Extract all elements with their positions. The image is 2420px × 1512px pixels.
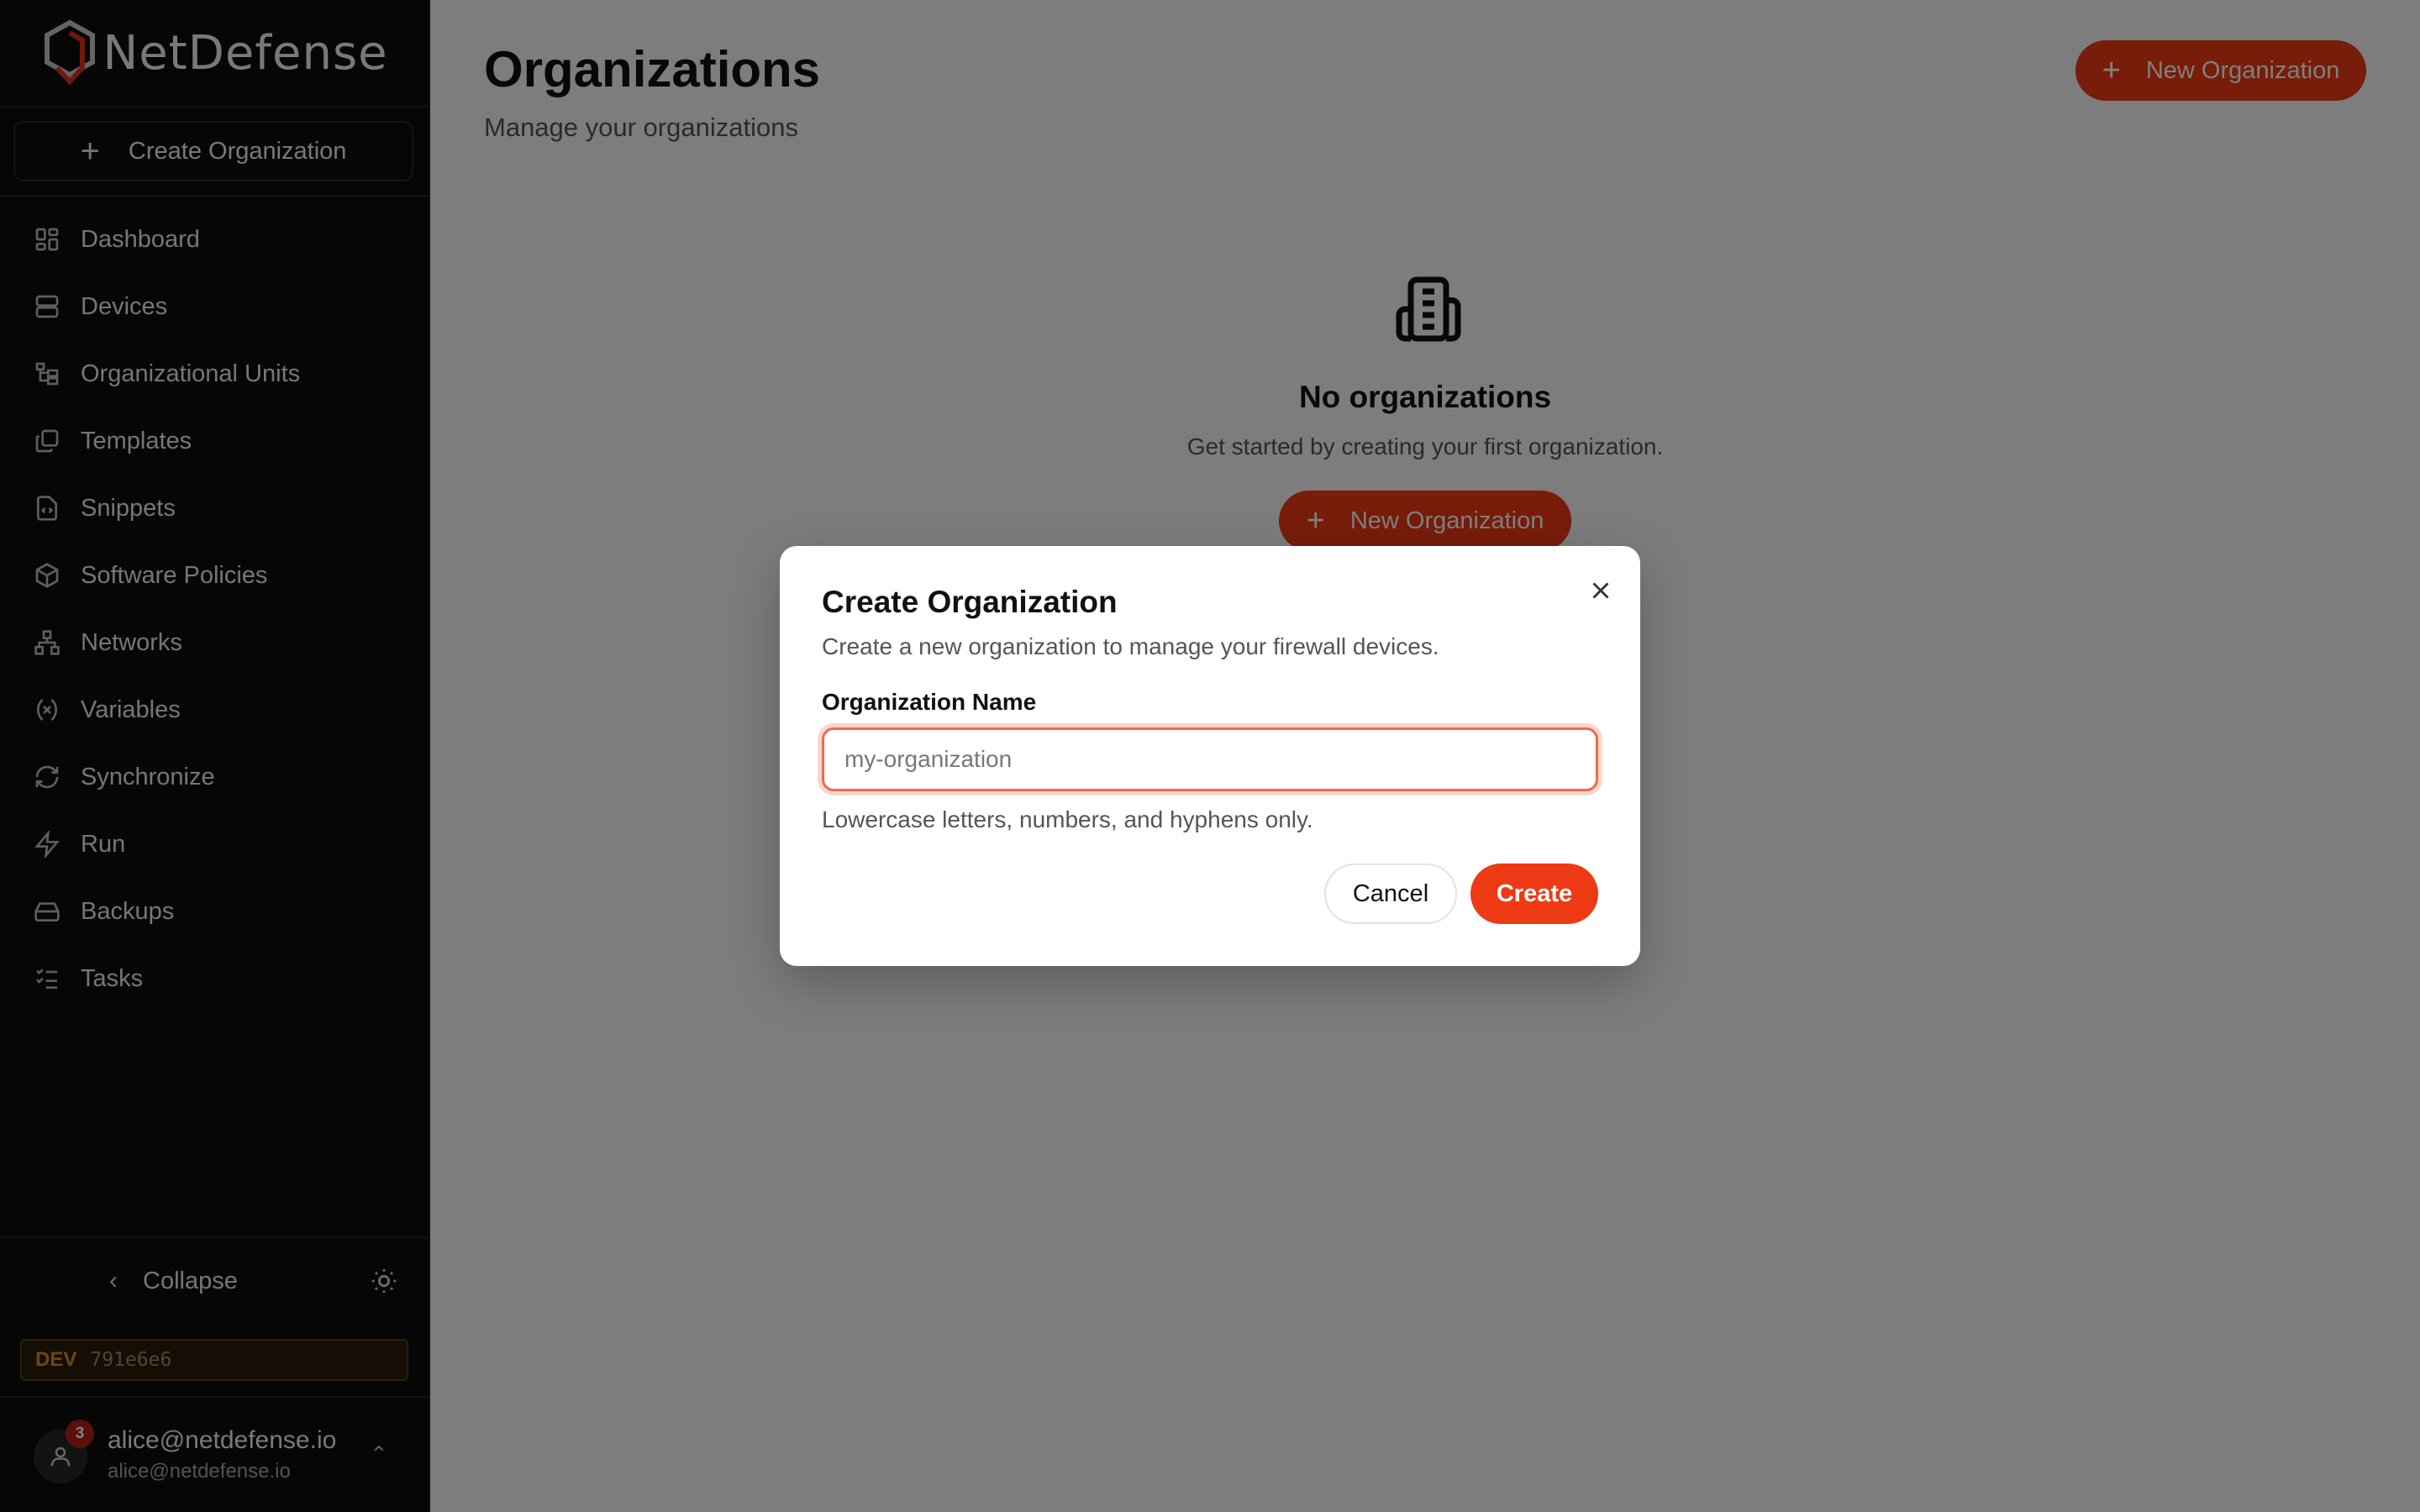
create-button[interactable]: Create [1470, 864, 1598, 924]
organization-name-input[interactable] [822, 727, 1598, 791]
dialog-description: Create a new organization to manage your… [822, 633, 1439, 659]
cancel-button[interactable]: Cancel [1324, 864, 1457, 924]
organization-name-label: Organization Name [822, 689, 1037, 715]
dialog-title: Create Organization [822, 585, 1118, 619]
field-hint: Lowercase letters, numbers, and hyphens … [822, 806, 1313, 832]
create-organization-dialog: Create Organization Create a new organiz… [780, 546, 1640, 966]
close-icon[interactable] [1586, 576, 1615, 605]
